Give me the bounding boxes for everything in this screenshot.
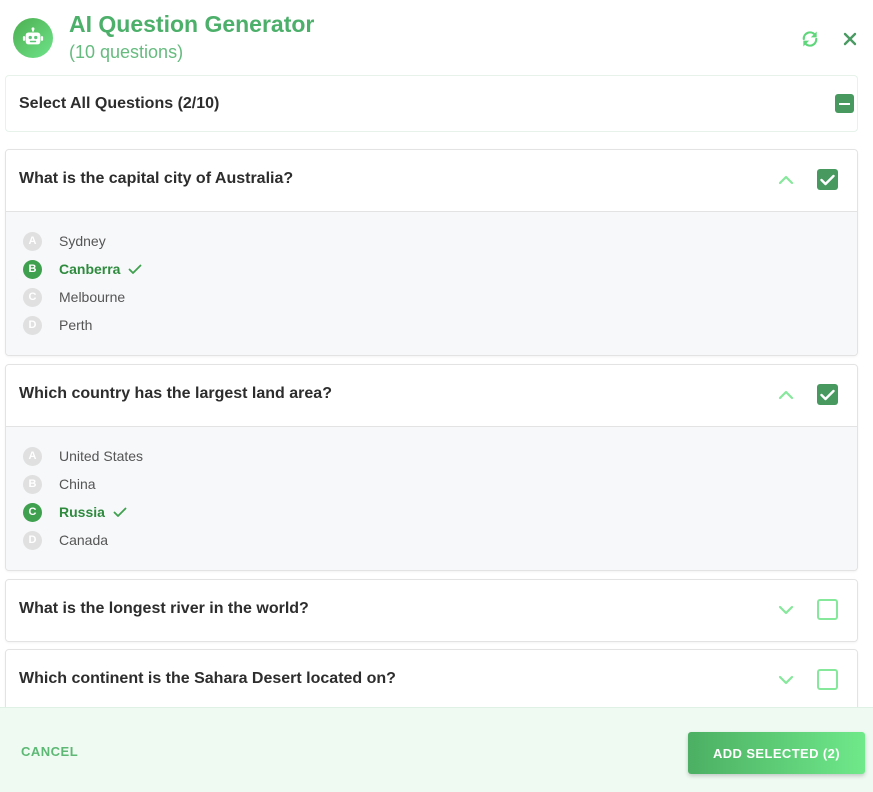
correct-check-icon [128,264,142,275]
answer-option-correct: B Canberra [23,259,142,279]
option-text: Canberra [59,261,121,277]
select-all-label: Select All Questions (2/10) [19,95,220,112]
chevron-up-icon [778,175,794,185]
question-text: Which country has the largest land area? [19,385,332,402]
option-letter: D [23,315,42,335]
chevron-down-icon [778,605,794,615]
question-header[interactable]: What is the longest river in the world? [6,580,857,641]
option-letter: A [23,231,42,251]
robot-icon [13,18,53,58]
question-list[interactable]: What is the capital city of Australia? A… [0,132,873,707]
question-card: What is the longest river in the world? [5,579,858,642]
expand-button[interactable] [776,600,796,620]
add-selected-button[interactable]: ADD SELECTED (2) [688,732,865,774]
dialog-footer: CANCEL ADD SELECTED (2) [0,707,873,792]
refresh-icon [802,31,818,47]
answer-options: A United States B China C Russia D Canad… [6,426,857,570]
question-header[interactable]: What is the capital city of Australia? [6,150,857,211]
answer-option: B China [23,474,96,494]
indeterminate-dash-icon [839,102,850,105]
option-letter: A [23,446,42,466]
checkmark-icon [820,174,835,185]
question-header[interactable]: Which country has the largest land area? [6,365,857,426]
expand-button[interactable] [776,670,796,690]
question-card: Which continent is the Sahara Desert loc… [5,649,858,707]
question-text: What is the longest river in the world? [19,600,309,617]
question-header[interactable]: Which continent is the Sahara Desert loc… [6,650,857,707]
close-icon [843,32,857,46]
question-text: What is the capital city of Australia? [19,170,294,187]
question-count: (10 questions) [69,42,184,62]
option-letter: D [23,530,42,550]
answer-option: A Sydney [23,231,106,251]
question-card: What is the capital city of Australia? A… [5,149,858,356]
select-all-checkbox[interactable] [835,94,854,113]
dialog-title: AI Question Generator [69,11,315,37]
refresh-button[interactable] [800,29,820,49]
question-checkbox[interactable] [817,384,838,405]
chevron-up-icon [778,390,794,400]
select-all-row[interactable]: Select All Questions (2/10) [5,75,858,132]
option-text: Canada [59,532,109,548]
question-checkbox[interactable] [817,669,838,690]
chevron-down-icon [778,675,794,685]
option-letter: B [23,259,42,279]
option-text: Perth [59,317,93,333]
cancel-button[interactable]: CANCEL [21,744,78,759]
correct-check-icon [113,507,127,518]
question-text: Which continent is the Sahara Desert loc… [19,670,396,687]
dialog-header: AI Question Generator (10 questions) [0,0,873,76]
option-text: United States [59,448,144,464]
collapse-button[interactable] [776,385,796,405]
collapse-button[interactable] [776,170,796,190]
option-text: Sydney [59,233,106,249]
answer-option: C Melbourne [23,287,125,307]
option-letter: B [23,474,42,494]
answer-option: A United States [23,446,143,466]
option-text: China [59,476,96,492]
option-letter: C [23,287,42,307]
answer-option-correct: C Russia [23,502,127,522]
question-card: Which country has the largest land area?… [5,364,858,571]
answer-option: D Canada [23,530,108,550]
answer-options: A Sydney B Canberra C Melbourne D Perth [6,211,857,355]
option-text: Melbourne [59,289,126,305]
option-text: Russia [59,504,105,520]
checkmark-icon [820,389,835,400]
question-checkbox[interactable] [817,599,838,620]
option-letter: C [23,502,42,522]
answer-option: D Perth [23,315,92,335]
question-checkbox[interactable] [817,169,838,190]
close-button[interactable] [840,29,860,49]
